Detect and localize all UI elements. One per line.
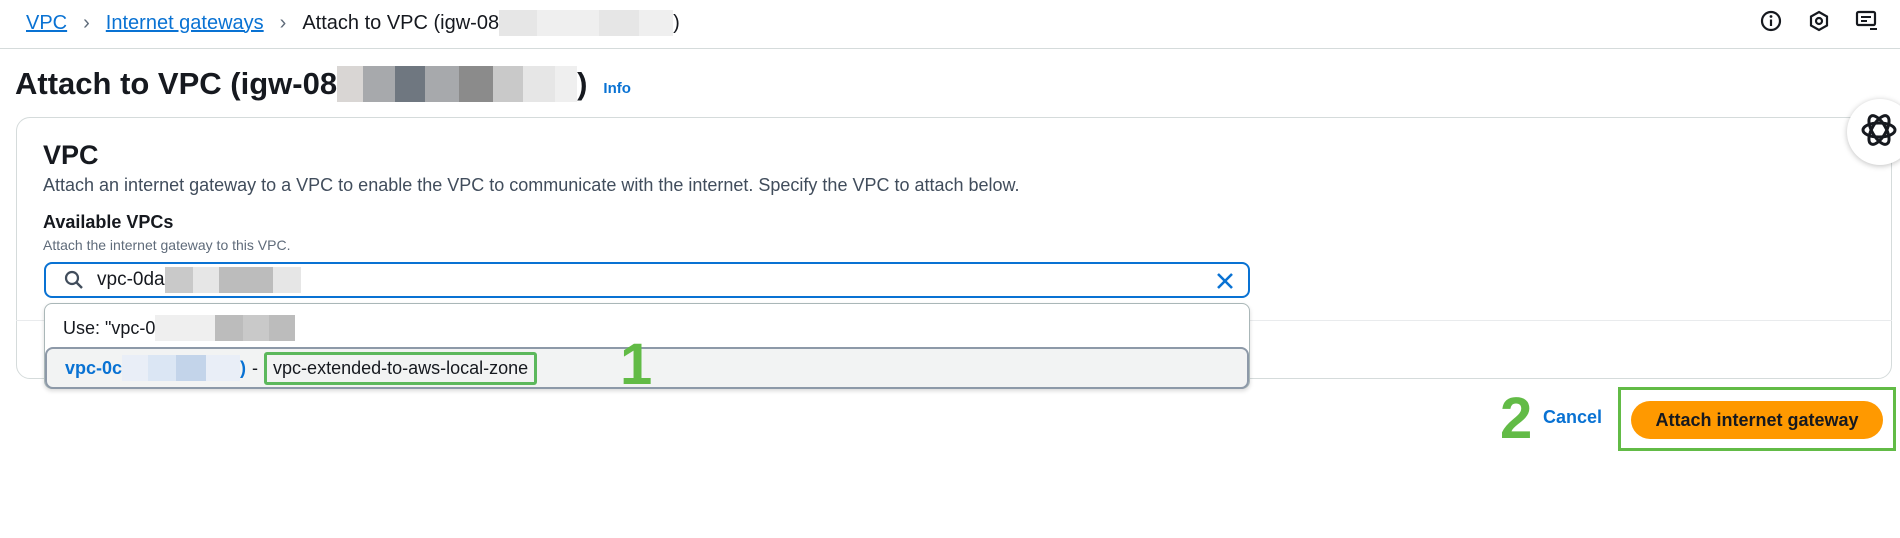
redacted-block — [176, 355, 207, 381]
info-icon[interactable] — [1758, 8, 1784, 34]
vpc-option-id-text: vpc-0c — [65, 357, 123, 378]
cancel-button[interactable]: Cancel — [1543, 407, 1602, 428]
search-value: vpc-0da — [97, 267, 301, 293]
step-callout-1: 1 — [620, 332, 653, 397]
redacted-block — [206, 355, 241, 381]
breadcrumb-link-vpc[interactable]: VPC — [26, 12, 67, 35]
redacted-block — [215, 315, 244, 341]
chevron-right-icon: › — [83, 11, 90, 34]
field-description: Attach the internet gateway to this VPC. — [43, 237, 291, 253]
breadcrumb: VPC › Internet gateways › Attach to VPC … — [26, 10, 680, 36]
redacted-block — [395, 66, 426, 102]
info-link[interactable]: Info — [603, 80, 631, 97]
vpc-search-input[interactable]: vpc-0da — [44, 262, 1250, 298]
redacted-block — [337, 66, 364, 102]
breadcrumb-current-text: Attach to VPC (igw-08 — [302, 11, 500, 34]
redacted-block — [425, 66, 460, 102]
redacted-block — [122, 355, 149, 381]
openai-knot-icon — [1859, 110, 1899, 155]
vpc-option-separator: - — [252, 357, 259, 378]
search-value-text: vpc-0da — [97, 269, 165, 290]
breadcrumb-current: Attach to VPC (igw-08 ) — [302, 10, 680, 36]
redacted-block — [272, 267, 301, 293]
settings-icon[interactable] — [1806, 8, 1832, 34]
redacted-block — [243, 315, 270, 341]
vpc-option-id: vpc-0c ) — [65, 355, 246, 381]
redacted-block — [192, 267, 219, 293]
redacted-block — [459, 66, 494, 102]
top-toolbar — [1758, 8, 1880, 34]
page-title-suffix: ) — [577, 66, 588, 101]
page-title-text: Attach to VPC (igw-08 — [15, 66, 338, 101]
vpc-option-name: vpc-extended-to-aws-local-zone — [264, 351, 538, 385]
redacted-block — [555, 66, 578, 102]
field-label: Available VPCs — [43, 212, 174, 232]
step-callout-2: 2 — [1500, 386, 1533, 451]
redacted-block — [148, 355, 177, 381]
section-description: Attach an internet gateway to a VPC to e… — [43, 175, 1020, 195]
redacted-block — [363, 66, 396, 102]
section-title: VPC — [43, 140, 99, 170]
breadcrumb-current-suffix: ) — [673, 11, 680, 34]
redacted-block — [269, 315, 296, 341]
clear-icon[interactable] — [1214, 270, 1236, 292]
vpc-option-id-suffix: ) — [240, 357, 247, 378]
redacted-block — [155, 315, 216, 341]
feedback-icon[interactable] — [1854, 8, 1880, 34]
search-icon — [63, 269, 85, 291]
redacted-block — [499, 10, 538, 36]
redacted-block — [218, 267, 273, 293]
redacted-block — [537, 10, 600, 36]
redacted-block — [164, 267, 193, 293]
redacted-block — [493, 66, 524, 102]
redacted-block — [639, 10, 674, 36]
use-option-text: Use: "vpc-0 — [63, 317, 156, 338]
redacted-block — [523, 66, 556, 102]
chevron-right-icon: › — [279, 11, 287, 34]
breadcrumb-bar: VPC › Internet gateways › Attach to VPC … — [0, 0, 1900, 49]
attach-internet-gateway-button[interactable]: Attach internet gateway — [1631, 401, 1883, 439]
redacted-block — [599, 10, 640, 36]
page-title: Attach to VPC (igw-08 ) Info — [15, 66, 631, 102]
dropdown-option-use[interactable]: Use: "vpc-0 — [63, 315, 296, 341]
breadcrumb-link-internet-gateways[interactable]: Internet gateways — [106, 12, 264, 35]
